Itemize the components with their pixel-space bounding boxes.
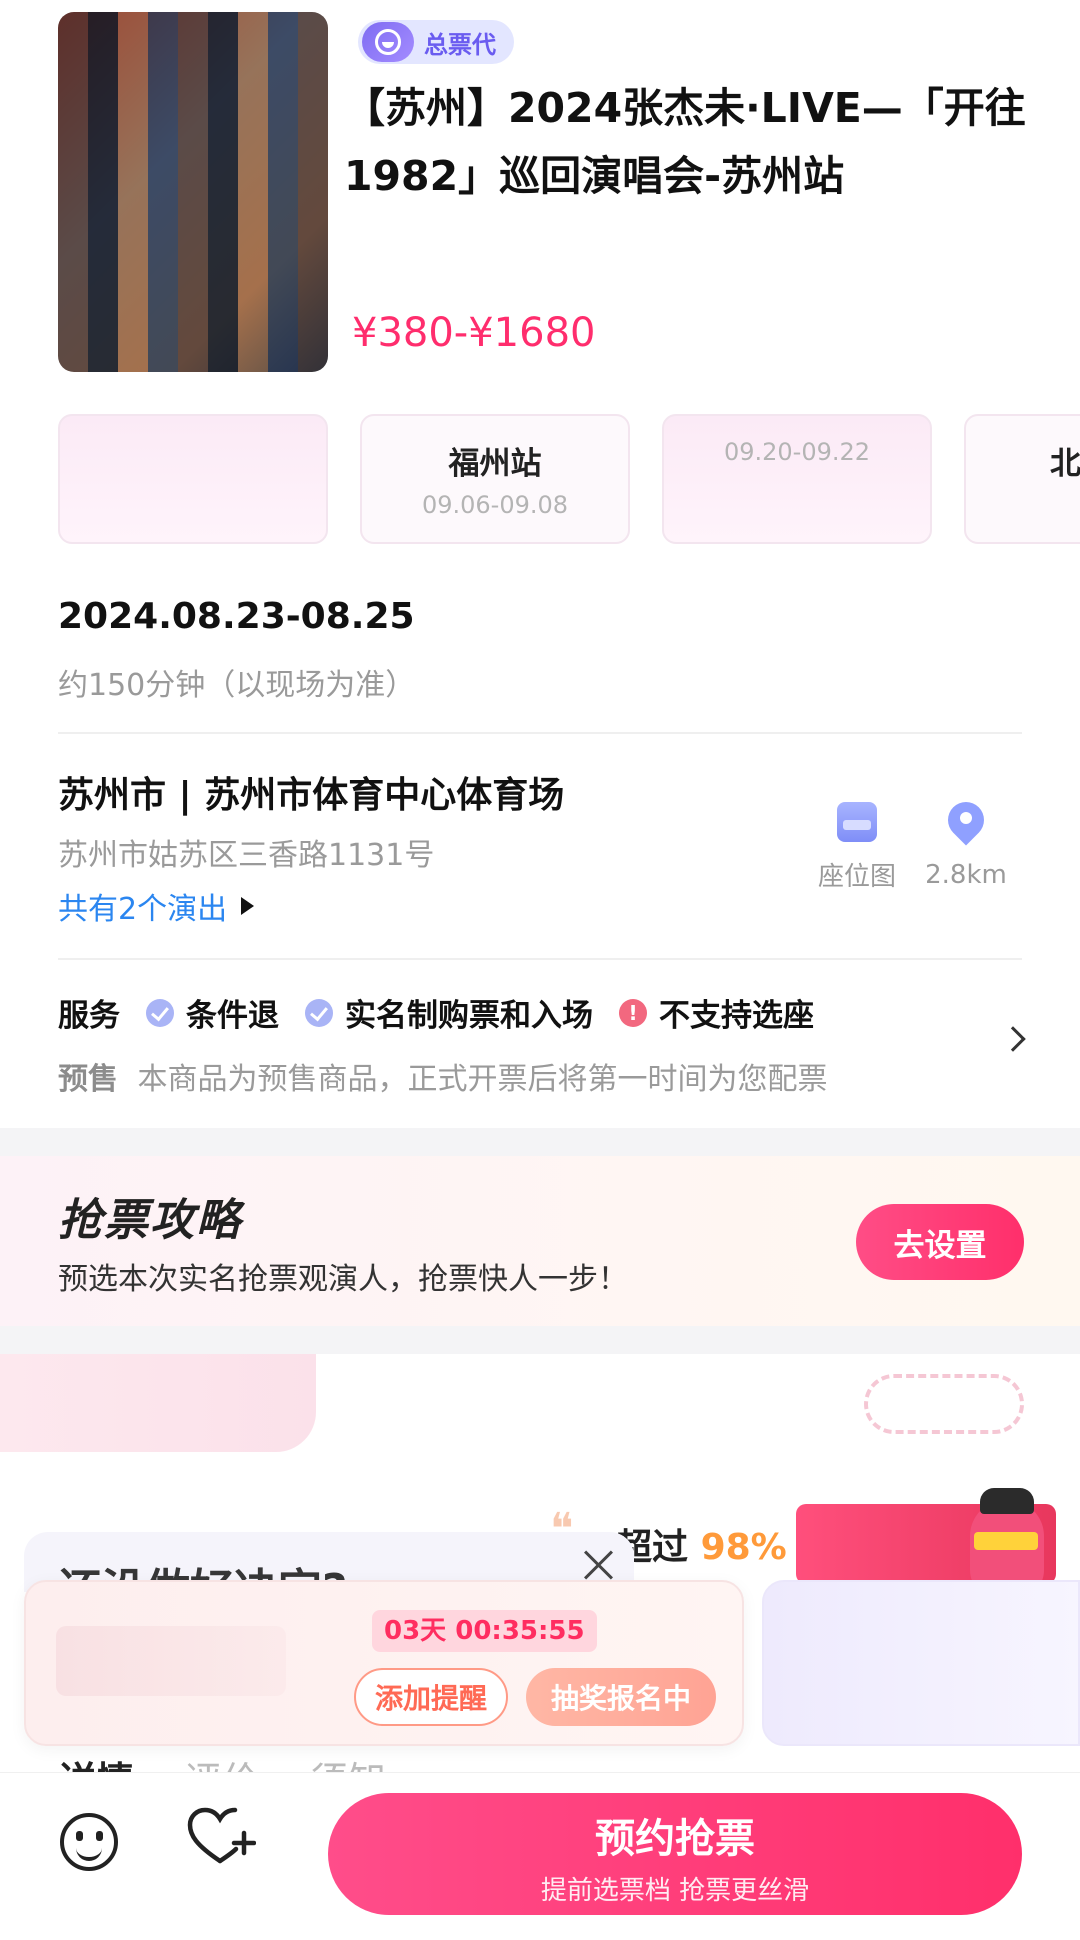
bottom-action-bar: 预约抢票 提前选票档 抢票更丝滑: [0, 1772, 1080, 1940]
venue-address: 苏州市姑苏区三香路1131号: [58, 838, 435, 873]
venue-name: 苏州市 | 苏州市体育中心体育场: [58, 775, 565, 816]
station-date: 09.06-09.08: [421, 491, 569, 519]
presale-note: 预售 本商品为预售商品，正式开票后将第一时间为您配票: [58, 1054, 828, 1098]
exceed-percent: 98%: [700, 1527, 787, 1568]
station-item[interactable]: 北: [964, 414, 1080, 544]
event-date: 2024.08.23-08.25: [58, 596, 415, 637]
chevron-right-icon[interactable]: [1000, 1026, 1026, 1052]
services-heading: 服务: [58, 998, 120, 1034]
add-reminder-button[interactable]: 添加提醒: [354, 1668, 508, 1726]
exceed-text: 超过 98%: [616, 1518, 787, 1570]
section-gap: [0, 1128, 1080, 1156]
promo-ring-icon: [864, 1374, 1024, 1434]
station-item[interactable]: 福州站 09.06-09.08: [360, 414, 630, 544]
customer-service-icon[interactable]: [60, 1813, 118, 1871]
lottery-card-blurred-text: [56, 1626, 286, 1696]
station-city: 北: [1050, 446, 1080, 482]
divider: [58, 958, 1022, 960]
event-poster-image[interactable]: [58, 12, 328, 372]
divider: [58, 732, 1022, 734]
seatmap-button[interactable]: 座位图: [812, 802, 902, 893]
event-title: 【苏州】2024张杰未·LIVE—「开往1982」巡回演唱会-苏州站: [344, 84, 1026, 200]
station-list: 福州站 09.06-09.08 09.20-09.22 北: [58, 414, 1080, 546]
agency-badge: 总票代: [358, 20, 514, 64]
service-item: 条件退: [146, 990, 279, 1035]
lottery-signup-button[interactable]: 抽奖报名中: [526, 1668, 716, 1726]
service-item: ! 不支持选座: [619, 990, 814, 1035]
side-promo-card[interactable]: [762, 1580, 1080, 1746]
shows-link[interactable]: 共有2个演出: [58, 884, 255, 928]
countdown-timer: 03天 00:35:55: [372, 1610, 597, 1652]
service-label: 不支持选座: [659, 998, 814, 1034]
service-label: 条件退: [186, 998, 279, 1034]
station-item[interactable]: [58, 414, 328, 544]
go-settings-button[interactable]: 去设置: [856, 1204, 1024, 1280]
agency-logo-icon: [362, 22, 414, 62]
lottery-card[interactable]: 03天 00:35:55 添加提醒 抽奖报名中: [24, 1580, 744, 1746]
strategy-title: 抢票攻略: [58, 1195, 242, 1246]
station-date: 09.20-09.22: [723, 438, 871, 466]
location-pin-icon: [948, 802, 984, 846]
presale-tag: 预售: [58, 1062, 118, 1097]
reserve-label: 预约抢票: [595, 1815, 755, 1862]
shows-label: 共有2个演出: [58, 892, 228, 927]
agency-badge-label: 总票代: [424, 30, 496, 59]
check-icon: [146, 998, 174, 1027]
reserve-ticket-button[interactable]: 预约抢票 提前选票档 抢票更丝滑: [328, 1793, 1022, 1915]
seatmap-label: 座位图: [817, 862, 896, 892]
favorite-add-icon[interactable]: [186, 1807, 257, 1867]
location-button[interactable]: 2.8km: [916, 802, 1016, 890]
distance-label: 2.8km: [925, 860, 1007, 890]
seat-icon: [837, 802, 877, 842]
station-item[interactable]: 09.20-09.22: [662, 414, 932, 544]
reserve-sublabel: 提前选票档 抢票更丝滑: [540, 1875, 810, 1906]
price-range: ¥380-¥1680: [352, 310, 596, 356]
warning-icon: !: [619, 998, 647, 1027]
promo-tag-block: [0, 1354, 316, 1452]
close-icon[interactable]: [580, 1546, 616, 1582]
play-arrow-icon: [241, 897, 255, 915]
check-icon: [305, 998, 333, 1027]
section-gap: [0, 1326, 1080, 1354]
presale-text: 本商品为预售商品，正式开票后将第一时间为您配票: [137, 1062, 828, 1097]
ticket-strategy-banner: 抢票攻略 预选本次实名抢票观演人，抢票快人一步！ 去设置: [0, 1156, 1080, 1326]
station-city: 福州站: [448, 446, 542, 482]
service-item: 实名制购票和入场: [305, 990, 593, 1035]
event-duration: 约150分钟（以现场为准）: [58, 668, 416, 703]
service-label: 实名制购票和入场: [345, 998, 593, 1034]
strategy-desc: 预选本次实名抢票观演人，抢票快人一步！: [58, 1262, 628, 1297]
services-row[interactable]: 服务 条件退 实名制购票和入场 ! 不支持选座: [58, 990, 840, 1035]
